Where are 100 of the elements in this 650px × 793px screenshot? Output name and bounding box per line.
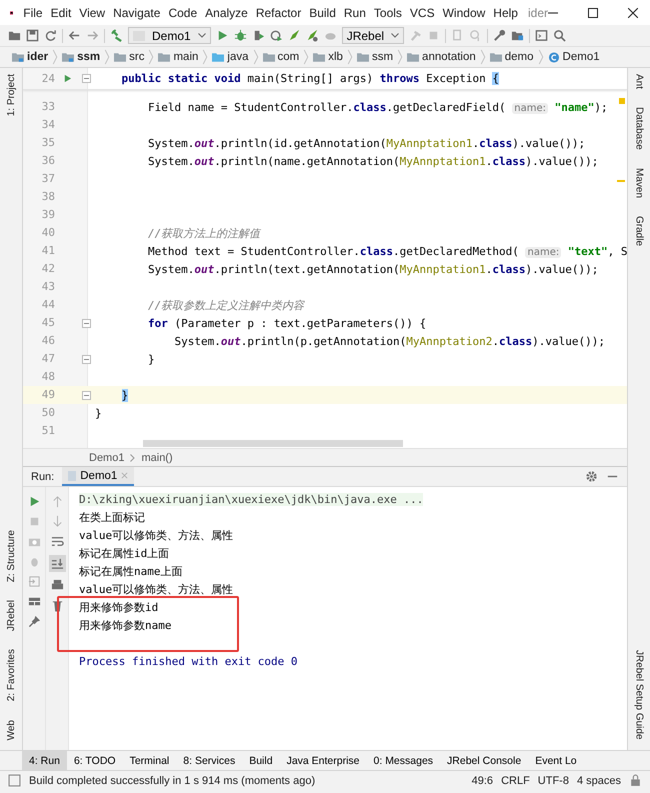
tool-window-tab[interactable]: Ant	[634, 74, 644, 90]
maximize-icon[interactable]	[588, 8, 598, 18]
breadcrumb-item[interactable]: main()	[141, 452, 173, 464]
tool-window-tab[interactable]: Maven	[634, 168, 644, 198]
code-annotation: MyAnnptation1	[400, 262, 486, 276]
scroll-to-end-icon[interactable]	[48, 555, 66, 572]
tool-window-tab[interactable]: Java Enterprise	[280, 751, 367, 770]
forward-arrow-icon[interactable]	[86, 29, 99, 42]
close-icon[interactable]	[628, 8, 638, 18]
run-gutter-icon[interactable]	[63, 74, 72, 83]
sync-icon[interactable]	[44, 29, 57, 42]
caret-position[interactable]: 49:6	[472, 774, 494, 786]
breadcrumb-item[interactable]: xlb	[328, 51, 343, 63]
print-icon[interactable]	[50, 579, 64, 592]
checkbox-icon[interactable]	[8, 774, 21, 787]
menu-item[interactable]: Tools	[370, 6, 406, 20]
code-annotation: MyAnnptation1	[400, 154, 486, 168]
warning-marker[interactable]	[619, 98, 625, 104]
tool-window-tab[interactable]: JRebel	[6, 600, 16, 632]
chevron-icon	[202, 49, 208, 65]
save-icon[interactable]	[26, 29, 39, 42]
console-line: value可以修饰类、方法、属性	[79, 529, 234, 542]
fold-icon[interactable]	[82, 318, 91, 328]
menu-item[interactable]: Analyze	[201, 6, 252, 20]
breadcrumb-item[interactable]: Demo1	[89, 452, 124, 464]
file-encoding[interactable]: UTF-8	[538, 774, 569, 786]
wrench-icon[interactable]	[493, 29, 506, 42]
menu-item[interactable]: Window	[438, 6, 490, 20]
line-number: 48	[40, 369, 56, 385]
tool-window-tab[interactable]: 4: Run	[22, 751, 67, 770]
search-icon[interactable]	[553, 29, 566, 42]
tool-window-tab[interactable]: Build	[242, 751, 280, 770]
tool-window-tab[interactable]: 1: Project	[6, 74, 16, 116]
breadcrumb-item[interactable]: ssm	[77, 51, 100, 63]
back-arrow-icon[interactable]	[68, 29, 81, 42]
fold-icon[interactable]	[82, 74, 91, 83]
menu-item[interactable]: VCS	[406, 6, 439, 20]
menu-item[interactable]: File	[19, 6, 47, 20]
breadcrumb-item[interactable]: main	[173, 51, 198, 63]
tool-window-tab[interactable]: Terminal	[122, 751, 176, 770]
exit-icon[interactable]	[28, 575, 40, 588]
tool-window-tab[interactable]: JRebel Console	[440, 751, 528, 770]
layout-icon[interactable]	[28, 595, 40, 608]
menu-item[interactable]: Help	[489, 6, 522, 20]
tool-window-tab[interactable]: Z: Structure	[6, 530, 16, 582]
tool-window-tab[interactable]: JRebel Setup Guide	[634, 650, 644, 740]
pin-icon[interactable]	[28, 615, 40, 628]
run-tab[interactable]: Demo1	[62, 467, 134, 486]
tool-window-tab[interactable]: Web	[6, 720, 16, 740]
breadcrumb-item[interactable]: ssm	[372, 51, 394, 63]
breadcrumb-item[interactable]: ider	[27, 51, 48, 63]
tool-window-tab[interactable]: 2: Favorites	[6, 649, 16, 702]
line-separator[interactable]: CRLF	[501, 774, 530, 786]
tool-window-tab[interactable]: 6: TODO	[66, 751, 123, 770]
tool-window-tab[interactable]: Gradle	[634, 216, 644, 246]
lock-icon[interactable]	[629, 774, 642, 787]
line-number: 47	[40, 351, 56, 367]
menu-item[interactable]: Refactor	[252, 6, 306, 20]
bug-icon[interactable]	[234, 29, 247, 42]
line-number: 37	[40, 171, 56, 187]
jrebel-dropdown[interactable]: JRebel	[342, 27, 404, 44]
menu-item[interactable]: Code	[164, 6, 202, 20]
down-arrow-icon[interactable]	[50, 515, 64, 528]
package-folder-icon	[262, 52, 275, 62]
terminal-window-icon[interactable]	[535, 29, 548, 42]
menu-item[interactable]: View	[75, 6, 110, 20]
code-field: out	[194, 262, 214, 276]
breadcrumb-item[interactable]: src	[129, 51, 144, 63]
tool-window-tab[interactable]: Event Lo	[528, 751, 584, 770]
project-structure-icon[interactable]	[511, 29, 524, 42]
fold-icon[interactable]	[82, 354, 91, 364]
breadcrumb-item[interactable]: java	[227, 51, 249, 63]
breadcrumb-item[interactable]: com	[278, 51, 300, 63]
code-text: }	[95, 406, 102, 420]
menu-item[interactable]: Build	[305, 6, 340, 20]
breadcrumb-item[interactable]: annotation	[422, 51, 476, 63]
settings-icon[interactable]	[585, 470, 598, 483]
profiler-icon[interactable]	[270, 29, 283, 42]
soft-wrap-icon[interactable]	[50, 535, 64, 548]
tool-window-tab[interactable]: 8: Services	[176, 751, 242, 770]
folder-icon[interactable]	[8, 29, 21, 42]
status-message: Build completed successfully in 1 s 914 ms (moments ago)	[29, 774, 316, 786]
horizontal-scrollbar[interactable]	[143, 440, 403, 447]
indent-setting[interactable]: 4 spaces	[576, 774, 621, 786]
hammer-icon[interactable]	[110, 29, 123, 42]
chevron-icon	[303, 49, 310, 65]
menu-item[interactable]: Edit	[46, 6, 76, 20]
run-configuration-dropdown[interactable]: Demo1	[128, 27, 211, 44]
menu-item[interactable]: Navigate	[109, 6, 164, 20]
breadcrumb-item[interactable]: demo	[504, 51, 534, 63]
warning-marker[interactable]	[617, 180, 625, 182]
breadcrumb-item[interactable]: Demo1	[562, 51, 600, 63]
chevron-icon	[480, 49, 486, 65]
tool-window-tab[interactable]: Database	[634, 107, 644, 150]
menu-item[interactable]: Run	[340, 6, 370, 20]
up-arrow-icon[interactable]	[50, 495, 64, 508]
code-text: System.	[148, 136, 194, 150]
trash-icon[interactable]	[50, 599, 64, 612]
fold-icon[interactable]	[82, 390, 91, 400]
tool-window-tab[interactable]: 0: Messages	[366, 751, 440, 770]
